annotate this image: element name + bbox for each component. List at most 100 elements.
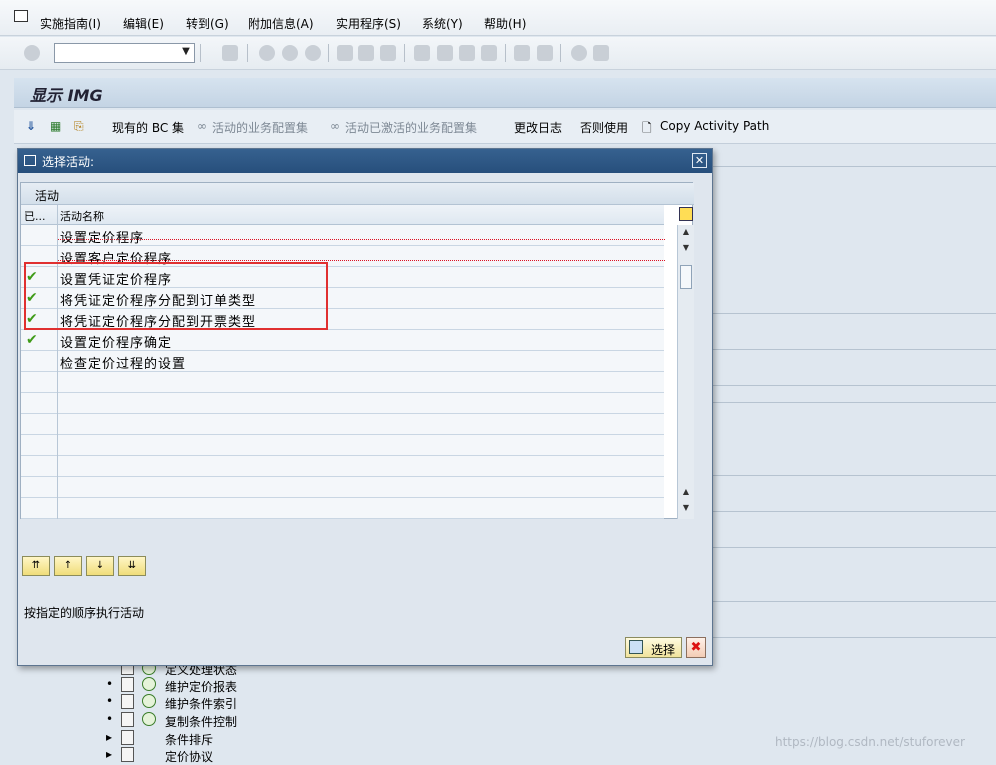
cancel-icon[interactable] — [305, 45, 321, 61]
document-icon — [121, 730, 134, 745]
enter-icon[interactable] — [24, 45, 40, 61]
separator — [505, 44, 506, 62]
first-item-button[interactable]: ⇈ — [22, 556, 50, 576]
menu-extras[interactable]: 附加信息(A) — [248, 15, 314, 32]
table-row[interactable] — [21, 456, 664, 477]
table-row[interactable] — [21, 414, 664, 435]
page-title: 显示 IMG — [30, 86, 103, 105]
help-icon[interactable] — [571, 45, 587, 61]
layout-menu-icon[interactable] — [593, 45, 609, 61]
glasses-icon: ∞ — [330, 119, 340, 133]
expand-node-icon[interactable]: ▸ — [106, 730, 112, 744]
separator — [200, 44, 201, 62]
exit-icon[interactable] — [282, 45, 298, 61]
new-session-icon[interactable] — [514, 45, 530, 61]
back-icon[interactable] — [259, 45, 275, 61]
tree-item[interactable]: 定价协议 — [165, 748, 213, 765]
select-button[interactable]: 选择 — [625, 637, 682, 658]
last-item-button[interactable]: ⇊ — [118, 556, 146, 576]
vertical-scrollbar[interactable]: ▲ ▼ ▲ ▼ — [677, 225, 694, 519]
divider — [712, 511, 996, 512]
selected-row-marker — [58, 239, 665, 261]
divider — [712, 313, 996, 314]
find-icon[interactable] — [358, 45, 374, 61]
shortcut-icon[interactable] — [537, 45, 553, 61]
hint-text: 按指定的顺序执行活动 — [24, 606, 145, 620]
table-icon[interactable]: ▦ — [50, 119, 61, 133]
usage-button[interactable]: 否则使用 — [580, 119, 628, 136]
bookmark-icon[interactable]: ⎘ — [74, 119, 84, 134]
divider — [712, 402, 996, 403]
scroll-up-icon[interactable]: ▲ — [678, 487, 694, 501]
separator — [328, 44, 329, 62]
previous-page-icon[interactable] — [437, 45, 453, 61]
execute-icon[interactable] — [142, 712, 156, 726]
table-header: 已... 活动名称 — [21, 205, 664, 225]
next-page-icon[interactable] — [459, 45, 475, 61]
highlight-box — [24, 262, 328, 330]
next-item-button[interactable]: ↓ — [86, 556, 114, 576]
first-page-icon[interactable] — [414, 45, 430, 61]
column-header-name[interactable]: 活动名称 — [60, 208, 104, 224]
dialog-icon — [24, 155, 36, 166]
scroll-thumb[interactable] — [680, 265, 692, 289]
watermark: https://blog.csdn.net/stuforever — [775, 735, 965, 749]
bullet-icon: • — [106, 677, 114, 691]
execute-icon[interactable] — [142, 677, 156, 691]
scroll-down-icon[interactable]: ▼ — [678, 503, 694, 517]
table-row[interactable] — [21, 498, 664, 519]
last-page-icon[interactable] — [481, 45, 497, 61]
menu-system-icon[interactable] — [14, 10, 28, 22]
tree-item[interactable]: 条件排斥 — [165, 731, 213, 748]
tree-item[interactable]: 复制条件控制 — [165, 713, 237, 730]
title-bar: 显示 IMG — [14, 78, 996, 108]
tree-item[interactable]: 维护条件索引 — [165, 695, 237, 712]
existing-bc-sets-button[interactable]: 现有的 BC 集 — [112, 119, 184, 136]
divider — [712, 601, 996, 602]
table-caption: 活动 — [21, 183, 694, 205]
column-header-status[interactable]: 已... — [24, 208, 46, 224]
menu-help[interactable]: 帮助(H) — [484, 15, 526, 32]
command-field[interactable] — [54, 43, 195, 63]
menu-edit[interactable]: 编辑(E) — [123, 15, 164, 32]
activity-name: 设置定价程序确定 — [60, 336, 173, 351]
document-icon — [121, 712, 134, 727]
document-icon: 🗋 — [642, 121, 652, 135]
print-icon[interactable] — [337, 45, 353, 61]
activated-bc-sets-button[interactable]: 活动已激活的业务配置集 — [345, 119, 477, 136]
table-row[interactable] — [21, 393, 664, 414]
expand-node-icon[interactable]: ▸ — [106, 747, 112, 761]
table-settings-icon[interactable] — [679, 207, 693, 221]
previous-item-button[interactable]: ↑ — [54, 556, 82, 576]
close-icon[interactable]: ✕ — [692, 153, 707, 168]
select-activity-dialog: 选择活动: ✕ 活动 已... 活动名称 设置定价程序 设置客户定价程序 ✔ 设置… — [17, 148, 713, 666]
menu-utilities[interactable]: 实用程序(S) — [336, 15, 401, 32]
expand-icon[interactable]: ⇓ — [26, 119, 36, 133]
tree-item[interactable]: 维护定价报表 — [165, 678, 237, 695]
change-log-button[interactable]: 更改日志 — [514, 119, 562, 136]
table-row[interactable] — [21, 372, 664, 393]
scroll-down-icon[interactable]: ▼ — [678, 243, 694, 257]
scroll-up-icon[interactable]: ▲ — [678, 227, 694, 241]
menu-system[interactable]: 系统(Y) — [422, 15, 463, 32]
execute-icon[interactable] — [142, 694, 156, 708]
application-toolbar: ⇓ ▦ ⎘ 现有的 BC 集 ∞ 活动的业务配置集 ∞ 活动已激活的业务配置集 … — [14, 110, 996, 144]
table-row[interactable] — [21, 435, 664, 456]
document-icon — [121, 747, 134, 762]
chevron-down-icon[interactable]: ▼ — [178, 43, 194, 61]
copy-activity-path-button[interactable]: Copy Activity Path — [660, 119, 769, 133]
dialog-header: 选择活动: ✕ — [18, 149, 712, 173]
divider — [712, 385, 996, 386]
menu-goto[interactable]: 转到(G) — [186, 15, 229, 32]
active-bc-sets-button[interactable]: 活动的业务配置集 — [212, 119, 308, 136]
table-row[interactable] — [21, 477, 664, 498]
menu-implementation-guide[interactable]: 实施指南(I) — [40, 15, 101, 32]
save-icon[interactable] — [222, 45, 238, 61]
cancel-button[interactable]: ✖ — [686, 637, 706, 658]
table-row[interactable]: 检查定价过程的设置 — [21, 351, 664, 372]
table-row[interactable]: ✔ 设置定价程序确定 — [21, 330, 664, 351]
select-button-label: 选择 — [651, 643, 676, 657]
dialog-footer — [18, 627, 712, 665]
divider — [712, 637, 996, 638]
find-next-icon[interactable] — [380, 45, 396, 61]
